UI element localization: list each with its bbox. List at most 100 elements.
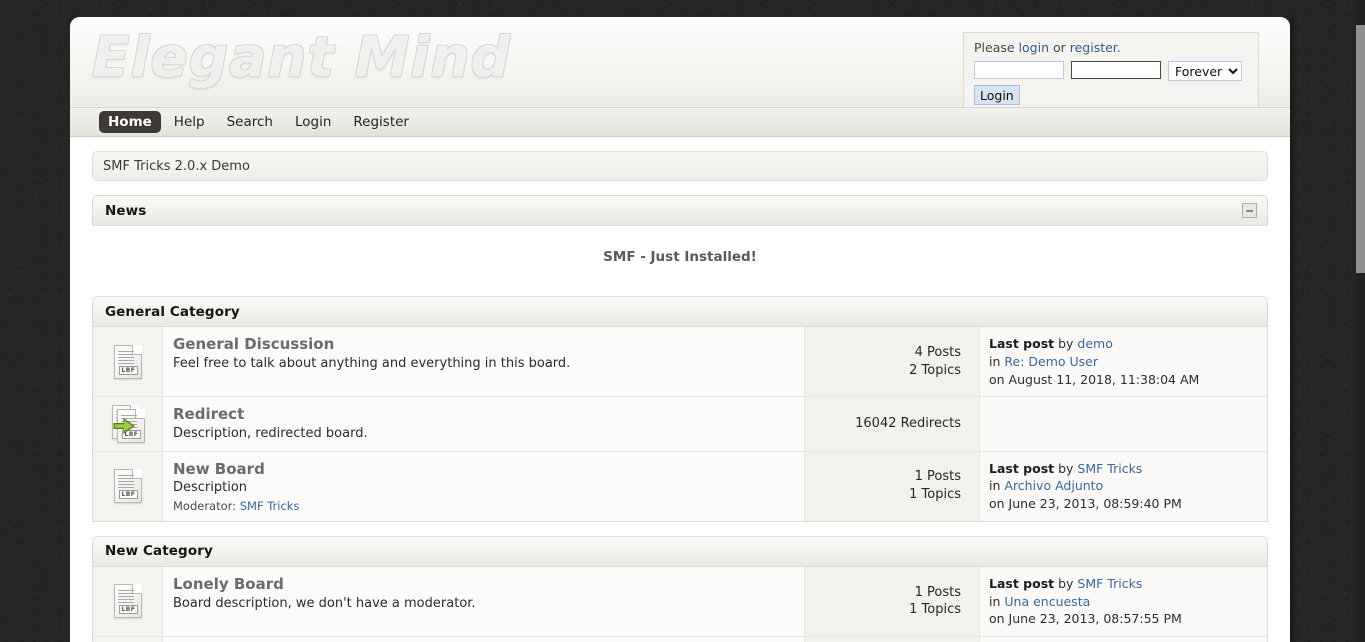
board-link[interactable]: New Board (173, 460, 792, 479)
board-icon-cell: LBF (93, 397, 163, 451)
lastpost-topic[interactable]: Archivo Adjunto (1004, 478, 1103, 493)
board-icon-cell: LBF (93, 566, 163, 637)
nav-item-home[interactable]: Home (99, 111, 161, 133)
lastpost-topic[interactable]: Re: Demo User (1004, 354, 1098, 369)
nav-item-help[interactable]: Help (165, 111, 214, 133)
category-title: General Category (105, 303, 240, 320)
breadcrumb: SMF Tricks 2.0.x Demo (92, 151, 1268, 181)
table-row: LBF General Discussion Feel free to talk… (93, 327, 1267, 397)
minus-icon[interactable] (1242, 203, 1257, 218)
board-stats-cell: 1 Posts 1 Topics (804, 451, 979, 521)
lastpost-topic-line: in Archivo Adjunto (989, 477, 1259, 495)
username-input[interactable] (974, 61, 1064, 79)
board-info-cell: More Boards This board has some child-bo… (163, 637, 804, 642)
board-description: Board description, we don't have a moder… (173, 595, 476, 611)
lastpost-author[interactable]: SMF Tricks (1077, 576, 1142, 591)
board-info-cell: New Board Description Moderator: SMF Tri… (163, 451, 804, 521)
board-lastpost-cell: Last post by SMF Tricks in Re: Otro tema… (979, 637, 1267, 642)
nav-item-login[interactable]: Login (286, 111, 340, 133)
board-lastpost-cell (979, 397, 1267, 451)
register-link[interactable]: register (1070, 40, 1117, 55)
board-topic-count: 1 Topics (909, 487, 961, 503)
board-info-cell: General Discussion Feel free to talk abo… (163, 327, 804, 397)
lastpost-date-line: on June 23, 2013, 08:57:55 PM (989, 610, 1259, 628)
category-header-new: New Category (92, 535, 1268, 567)
board-info-cell: Redirect Description, redirected board. (163, 397, 804, 451)
board-link[interactable]: General Discussion (173, 335, 792, 354)
session-length-select[interactable]: Forever (1168, 61, 1242, 81)
lastpost-in: in (989, 353, 1005, 369)
news-title: News (105, 202, 147, 219)
board-redirect-icon[interactable]: LBF (111, 404, 145, 443)
board-post-count: 4 Posts (914, 344, 961, 360)
board-link[interactable]: Lonely Board (173, 575, 792, 594)
forum-page-wrapper: Elegant Mind Please login or register. F… (70, 17, 1290, 642)
board-link[interactable]: Redirect (173, 405, 792, 424)
breadcrumb-text: SMF Tricks 2.0.x Demo (103, 158, 250, 174)
login-prompt-suffix: . (1116, 40, 1121, 55)
lastpost-by: by (1054, 575, 1078, 591)
lastpost-by: by (1054, 460, 1078, 476)
lastpost-label: Last post (989, 336, 1055, 351)
lastpost-date: June 23, 2013, 08:57:55 PM (1008, 611, 1182, 627)
board-moderators: Moderator: SMF Tricks (173, 499, 792, 513)
board-page-icon[interactable]: LBF (111, 467, 145, 505)
lastpost-in: in (989, 593, 1005, 609)
moderator-link[interactable]: SMF Tricks (240, 499, 300, 513)
lastpost-in: in (989, 478, 1005, 494)
lastpost-date-line: on August 11, 2018, 11:38:04 AM (989, 371, 1259, 389)
vertical-scrollbar-thumb[interactable] (1356, 25, 1365, 273)
lastpost-label: Last post (989, 460, 1055, 476)
login-prompt-prefix: Please (974, 40, 1019, 55)
board-page-icon[interactable]: LBF (111, 582, 145, 620)
login-link[interactable]: login (1019, 40, 1049, 55)
news-text: SMF - Just Installed! (603, 249, 757, 265)
board-post-count: 1 Posts (914, 469, 961, 485)
lastpost-date-line: on June 23, 2013, 08:59:40 PM (989, 495, 1259, 513)
table-row: LBF Redirect Description, redirected boa… (93, 396, 1267, 451)
board-icon-cell: LBF (93, 451, 163, 521)
lastpost-on: on (989, 611, 1009, 627)
lastpost-topic[interactable]: Una encuesta (1004, 594, 1090, 609)
news-header: News (92, 195, 1268, 226)
nav-item-register[interactable]: Register (344, 111, 418, 133)
nav-item-search[interactable]: Search (218, 111, 282, 133)
board-topic-count: 1 Topics (909, 602, 961, 618)
board-list-general: LBF General Discussion Feel free to talk… (92, 327, 1268, 522)
lastpost-topic-line: in Re: Demo User (989, 353, 1259, 371)
board-info-cell: Lonely Board Board description, we don't… (163, 566, 804, 637)
login-fields-row: Forever (974, 61, 1248, 81)
site-header: Elegant Mind Please login or register. F… (70, 17, 1290, 108)
board-lastpost-cell: Last post by SMF Tricks in Una encuesta … (979, 566, 1267, 637)
board-stats-cell: 4 Posts 2 Topics (804, 327, 979, 397)
news-body: SMF - Just Installed! (92, 226, 1268, 282)
site-logo: Elegant Mind (92, 25, 511, 89)
lastpost-author[interactable]: demo (1077, 336, 1112, 351)
lastpost-by: by (1054, 336, 1078, 351)
main-navigation: Home Help Search Login Register (70, 108, 1290, 137)
password-input[interactable] (1071, 61, 1161, 79)
board-stats-cell: 1 Posts 1 Topics (804, 566, 979, 637)
board-redirect-count: 16042 Redirects (855, 415, 961, 431)
board-page-icon[interactable]: LBF (111, 343, 145, 381)
category-header-general: General Category (92, 296, 1268, 327)
page-content: SMF Tricks 2.0.x Demo News SMF - Just In… (70, 137, 1290, 642)
board-lastpost-cell: Last post by SMF Tricks in Archivo Adjun… (979, 451, 1267, 521)
lastpost-author-line: Last post by SMF Tricks (989, 460, 1259, 478)
board-description: Feel free to talk about anything and eve… (173, 355, 571, 371)
lastpost-date: June 23, 2013, 08:59:40 PM (1008, 496, 1182, 512)
login-box: Please login or register. Forever Login (963, 32, 1259, 107)
login-submit-button[interactable]: Login (974, 85, 1020, 105)
board-list-new: LBF Lonely Board Board description, we d… (92, 566, 1268, 642)
board-lastpost-cell: Last post by demo in Re: Demo User on Au… (979, 327, 1267, 397)
lastpost-date: August 11, 2018, 11:38:04 AM (1008, 371, 1200, 387)
lastpost-author[interactable]: SMF Tricks (1077, 461, 1142, 476)
login-prompt: Please login or register. (974, 40, 1248, 55)
table-row: LBF Lonely Board Board description, we d… (93, 566, 1267, 637)
green-arrow-icon (113, 417, 135, 434)
board-icon-cell: LBF (93, 637, 163, 642)
board-icon-cell: LBF (93, 327, 163, 397)
vertical-scrollbar-track[interactable] (1356, 0, 1365, 642)
login-session-hint: Login with username, password and sessio… (92, 105, 373, 107)
moderator-label: Moderator: (173, 498, 240, 513)
